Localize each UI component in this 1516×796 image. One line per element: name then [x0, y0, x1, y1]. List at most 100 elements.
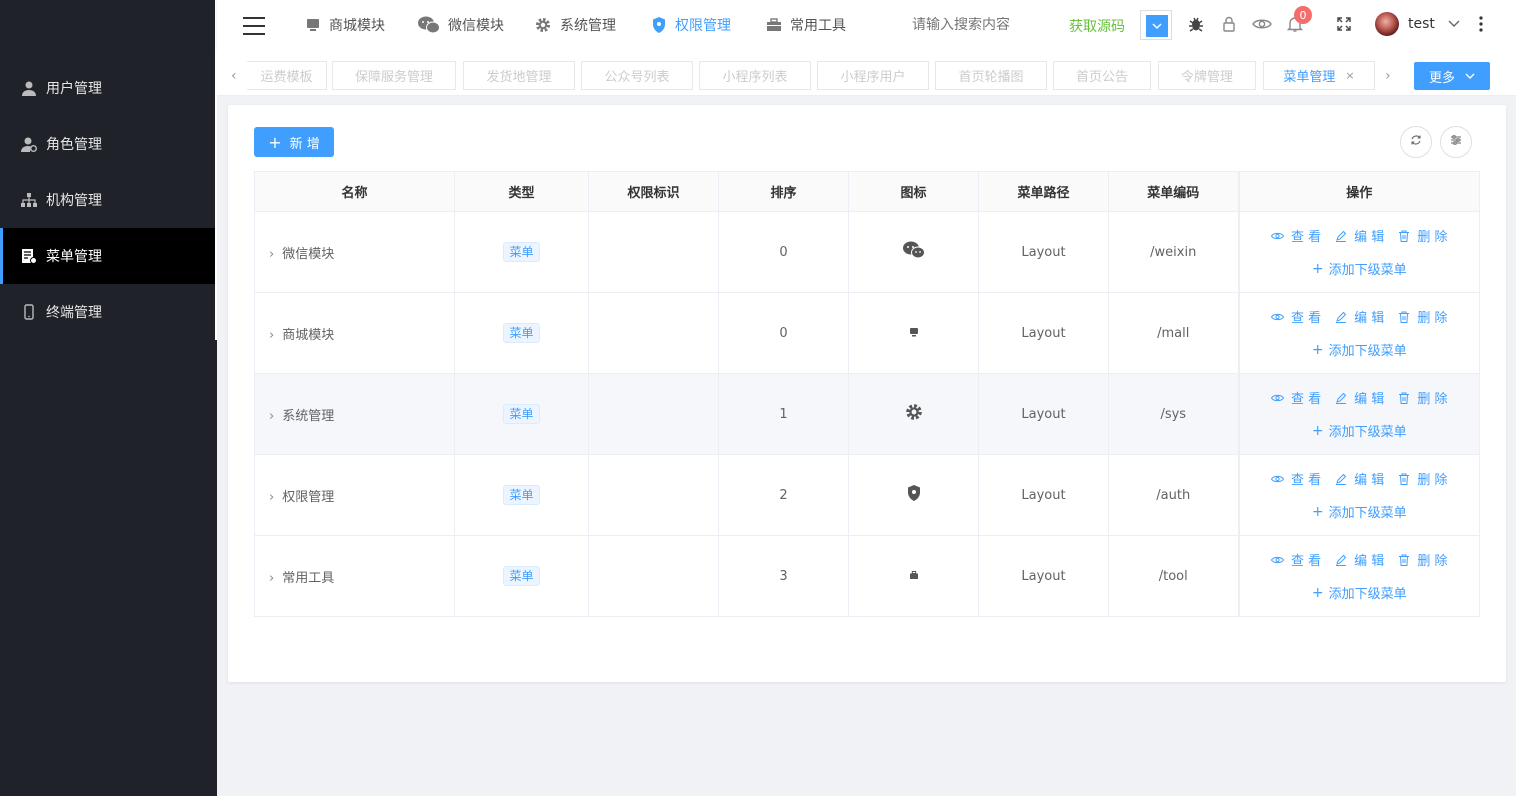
- edit-label: 编 辑: [1354, 392, 1385, 407]
- add-child-menu-button[interactable]: + 添加下级菜单: [1312, 340, 1407, 360]
- sidebar-item-users[interactable]: 用户管理: [0, 60, 217, 116]
- add-child-menu-button[interactable]: + 添加下级菜单: [1312, 259, 1407, 279]
- trash-icon: [1399, 311, 1410, 323]
- eye-icon: [1271, 556, 1285, 563]
- edit-button[interactable]: 编 辑: [1335, 388, 1384, 407]
- add-child-menu-button[interactable]: + 添加下级菜单: [1312, 421, 1407, 441]
- expand-arrow-icon[interactable]: ›: [269, 409, 274, 424]
- tabs-prev-icon[interactable]: ‹: [231, 68, 237, 84]
- edit-button[interactable]: 编 辑: [1335, 469, 1384, 488]
- edit-button[interactable]: 编 辑: [1335, 550, 1384, 569]
- tab-home-notice[interactable]: 首页公告: [1053, 61, 1151, 90]
- column-header: 图标: [848, 171, 979, 212]
- delete-button[interactable]: 删 除: [1398, 388, 1447, 407]
- topnav-wechat[interactable]: 微信模块: [418, 0, 504, 50]
- view-button[interactable]: 查 看: [1271, 226, 1321, 245]
- tabs-next-icon[interactable]: ›: [1385, 68, 1391, 84]
- column-header: 类型: [454, 171, 589, 212]
- type-cell: 菜单: [454, 454, 589, 536]
- tab-mini-program-users[interactable]: 小程序用户: [817, 61, 929, 90]
- topnav-label: 常用工具: [790, 18, 846, 34]
- chevron-down-icon[interactable]: [1444, 14, 1464, 34]
- path-cell: Layout: [978, 211, 1109, 293]
- expand-arrow-icon[interactable]: ›: [269, 328, 274, 343]
- delete-button[interactable]: 删 除: [1398, 550, 1447, 569]
- topnav-tools[interactable]: 常用工具: [766, 0, 846, 50]
- hamburger-icon[interactable]: [243, 17, 265, 35]
- sidebar-item-label: 终端管理: [46, 305, 102, 321]
- view-button[interactable]: 查 看: [1271, 307, 1321, 326]
- path-cell: Layout: [978, 292, 1109, 374]
- delete-button[interactable]: 删 除: [1398, 226, 1447, 245]
- refresh-button[interactable]: [1400, 126, 1432, 158]
- eye-icon[interactable]: [1252, 14, 1272, 34]
- type-tag: 菜单: [503, 242, 540, 262]
- view-label: 查 看: [1291, 311, 1322, 326]
- add-button[interactable]: + 新 增: [254, 127, 334, 157]
- path-cell: Layout: [978, 454, 1109, 536]
- get-source-link[interactable]: 获取源码: [1069, 16, 1125, 36]
- menu-doc-icon: [20, 247, 38, 265]
- code-cell: /tool: [1108, 535, 1239, 617]
- lock-icon[interactable]: [1219, 14, 1239, 34]
- shield-icon: [651, 16, 667, 34]
- delete-button[interactable]: 删 除: [1398, 307, 1447, 326]
- eye-icon: [1271, 313, 1285, 320]
- topnav-system[interactable]: 系统管理: [534, 0, 616, 50]
- eye-icon: [1271, 394, 1285, 401]
- name-cell: › 商城模块: [254, 292, 455, 374]
- table-row: › 微信模块 菜单 0 Layout /weixin 查 看 编 辑 删 除 + 添…: [254, 211, 1480, 293]
- add-child-menu-button[interactable]: + 添加下级菜单: [1312, 502, 1407, 522]
- expand-arrow-icon[interactable]: ›: [269, 490, 274, 505]
- topnav-mall[interactable]: 商城模块: [305, 0, 385, 50]
- fullscreen-icon[interactable]: [1334, 14, 1354, 34]
- topnav-auth[interactable]: 权限管理: [651, 0, 731, 50]
- expand-arrow-icon[interactable]: ›: [269, 247, 274, 262]
- expand-arrow-icon[interactable]: ›: [269, 571, 274, 586]
- table-row: › 商城模块 菜单 0 Layout /mall 查 看 编 辑 删 除 + 添加下…: [254, 292, 1480, 374]
- tab-label: 小程序列表: [722, 70, 788, 85]
- sidebar-item-menu[interactable]: 菜单管理: [0, 228, 217, 284]
- tab-mini-programs[interactable]: 小程序列表: [699, 61, 811, 90]
- refresh-icon: [1410, 134, 1422, 150]
- row-name: 权限管理: [282, 489, 335, 505]
- sidebar-item-terminal[interactable]: 终端管理: [0, 284, 217, 340]
- sidebar-item-roles[interactable]: 角色管理: [0, 116, 217, 172]
- tab-menu-management[interactable]: 菜单管理 ×: [1263, 61, 1375, 90]
- gear-icon: [534, 16, 552, 34]
- tab-freight-template[interactable]: 运费模板: [247, 61, 327, 90]
- bug-icon[interactable]: [1186, 14, 1206, 34]
- more-vertical-icon[interactable]: [1471, 14, 1491, 34]
- tab-home-carousel[interactable]: 首页轮播图: [935, 61, 1047, 90]
- tab-shipping-origin[interactable]: 发货地管理: [463, 61, 575, 90]
- tab-official-accounts[interactable]: 公众号列表: [581, 61, 693, 90]
- table-row: › 常用工具 菜单 3 Layout /tool 查 看 编 辑 删 除 + 添加下…: [254, 535, 1480, 617]
- view-button[interactable]: 查 看: [1271, 550, 1321, 569]
- delete-button[interactable]: 删 除: [1398, 469, 1447, 488]
- tab-guarantee-service[interactable]: 保障服务管理: [332, 61, 456, 90]
- source-dropdown[interactable]: [1140, 10, 1172, 40]
- username[interactable]: test: [1408, 16, 1435, 32]
- trash-icon: [1399, 230, 1410, 242]
- trash-icon: [1399, 473, 1410, 485]
- row-name: 微信模块: [282, 246, 335, 262]
- topnav-label: 商城模块: [329, 18, 385, 34]
- delete-label: 删 除: [1417, 473, 1448, 488]
- search-input[interactable]: [912, 17, 1062, 33]
- view-button[interactable]: 查 看: [1271, 388, 1321, 407]
- icon-cell: [848, 535, 979, 617]
- edit-icon: [1336, 554, 1347, 566]
- tab-close-icon[interactable]: ×: [1345, 69, 1354, 82]
- more-tabs-button[interactable]: 更多: [1414, 62, 1490, 90]
- type-tag: 菜单: [503, 485, 540, 505]
- add-child-menu-button[interactable]: + 添加下级菜单: [1312, 583, 1407, 603]
- tab-token-management[interactable]: 令牌管理: [1158, 61, 1256, 90]
- icon-cell: [848, 454, 979, 536]
- edit-button[interactable]: 编 辑: [1335, 226, 1384, 245]
- avatar[interactable]: [1375, 12, 1399, 36]
- view-button[interactable]: 查 看: [1271, 469, 1321, 488]
- edit-button[interactable]: 编 辑: [1335, 307, 1384, 326]
- column-settings-button[interactable]: [1440, 126, 1472, 158]
- sidebar-item-org[interactable]: 机构管理: [0, 172, 217, 228]
- icon-cell: [848, 292, 979, 374]
